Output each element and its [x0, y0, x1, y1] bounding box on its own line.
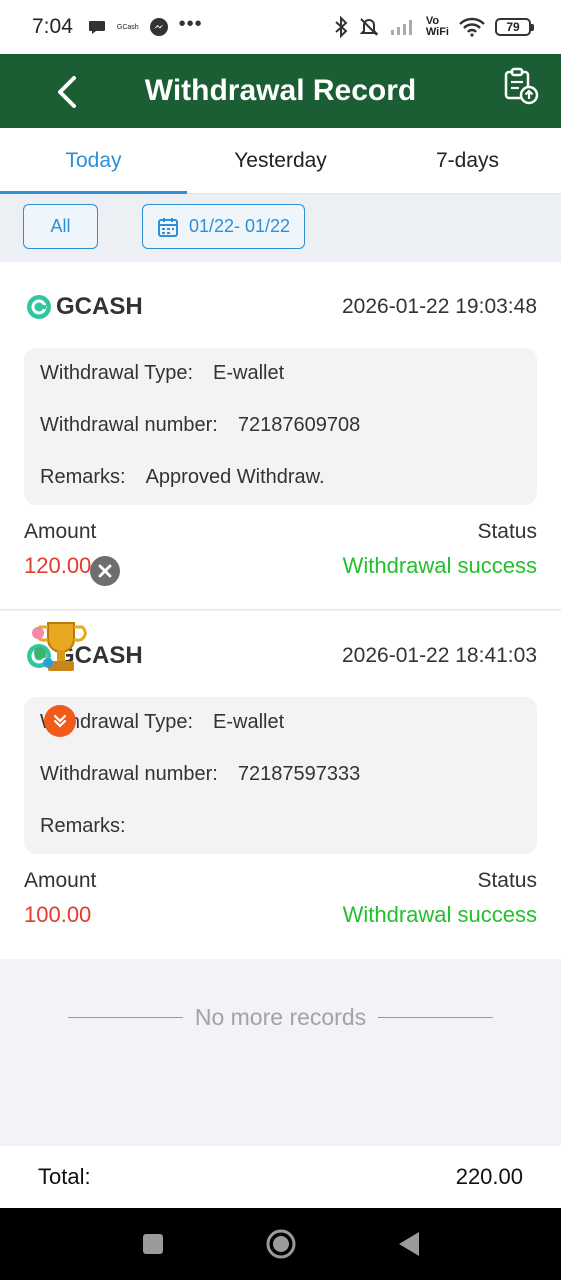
record-header: GCASH 2026-01-22 19:03:48 [26, 292, 537, 322]
bluetooth-icon [335, 16, 348, 38]
date-range-label: 01/22- 01/22 [188, 216, 291, 236]
remarks-label: Remarks: [40, 815, 126, 837]
chevron-down-icon [53, 714, 67, 728]
trophy-icon[interactable] [26, 617, 92, 679]
messenger-icon [149, 18, 168, 36]
calendar-icon [157, 217, 178, 237]
date-range-button[interactable]: 01/22- 01/22 [142, 204, 305, 249]
chat-bubble-icon [88, 21, 105, 34]
withdrawal-record: GCASH 2026-01-22 18:41:03 Withdrawal Typ… [0, 611, 561, 959]
withdrawal-number-row: Withdrawal number: 72187597333 [40, 763, 360, 786]
amount-value: 120.00 [24, 553, 92, 578]
record-header: GCASH 2026-01-22 18:41:03 [26, 641, 537, 671]
remarks-row: Remarks: Approved Withdraw. [40, 466, 325, 489]
remarks-value: Approved Withdraw. [145, 466, 325, 488]
divider-right [378, 1016, 494, 1018]
tab-7-days[interactable]: 7-days [374, 128, 561, 193]
no-more-records: No more records [0, 990, 561, 1044]
withdrawal-number-label: Withdrawal number: [40, 763, 218, 785]
all-filter-button[interactable]: All [23, 204, 98, 249]
notification-icons: GCash ••• [87, 13, 203, 37]
page-title: Withdrawal Record [144, 74, 417, 107]
mute-icon [359, 18, 379, 36]
withdrawal-type-label: Withdrawal Type: [40, 362, 194, 384]
divider-left [67, 1016, 183, 1018]
close-overlay-button[interactable] [90, 556, 120, 586]
vowifi-bottom: WiFi [425, 26, 449, 38]
withdrawal-type-row: Withdrawal Type: E-wallet [40, 711, 284, 734]
withdrawal-type-value: E-wallet [213, 711, 285, 733]
system-icons: Vo WiFi 79 [334, 16, 534, 38]
withdrawal-number-value: 72187597333 [237, 763, 361, 785]
battery-indicator: 79 [495, 18, 534, 36]
record-timestamp: 2026-01-22 18:41:03 [342, 644, 537, 667]
withdrawal-record: GCASH 2026-01-22 19:03:48 Withdrawal Typ… [0, 262, 561, 610]
record-details: Withdrawal Type: E-wallet Withdrawal num… [24, 697, 537, 854]
status-value: Withdrawal success [342, 902, 537, 927]
status-bar: 7:04 GCash ••• Vo WiFi 79 [0, 0, 561, 54]
vowifi-indicator: Vo WiFi [426, 16, 449, 38]
withdrawal-type-value: E-wallet [213, 362, 285, 384]
gcash-logo-icon [27, 295, 51, 319]
brand-name: GCASH [56, 293, 143, 320]
more-notifications-icon: ••• [178, 13, 203, 35]
withdrawal-number-label: Withdrawal number: [40, 414, 218, 436]
home-icon[interactable] [265, 1228, 297, 1260]
record-upload-icon[interactable] [501, 66, 541, 106]
record-details: Withdrawal Type: E-wallet Withdrawal num… [24, 348, 537, 505]
status-label: Status [477, 869, 537, 892]
tab-today[interactable]: Today [0, 128, 187, 194]
total-value: 220.00 [455, 1164, 523, 1189]
no-more-text: No more records [194, 1003, 367, 1030]
close-icon [98, 564, 112, 578]
date-tabs: Today Yesterday 7-days [0, 128, 561, 194]
app-header: Withdrawal Record [0, 54, 561, 128]
wifi-icon [459, 17, 485, 37]
status-label: Status [477, 520, 537, 543]
remarks-row: Remarks: [40, 815, 146, 838]
total-label: Total: [38, 1164, 91, 1189]
withdrawal-number-row: Withdrawal number: 72187609708 [40, 414, 360, 437]
expand-badge[interactable] [44, 705, 76, 737]
amount-value: 100.00 [24, 902, 92, 927]
status-time: 7:04 [32, 15, 73, 38]
filter-bar: All 01/22- 01/22 [0, 194, 561, 262]
tab-yesterday[interactable]: Yesterday [187, 128, 374, 193]
amount-label: Amount [24, 520, 97, 543]
payment-brand: GCASH [26, 293, 143, 321]
back-arrow-icon[interactable] [50, 72, 86, 112]
recents-icon[interactable] [141, 1232, 165, 1256]
system-nav-bar [0, 1208, 561, 1280]
signal-icon [390, 20, 412, 35]
total-bar: Total: 220.00 [0, 1146, 561, 1208]
amount-label: Amount [24, 869, 97, 892]
record-timestamp: 2026-01-22 19:03:48 [342, 295, 537, 318]
gcash-notification-icon: GCash [116, 23, 139, 31]
back-icon[interactable] [397, 1231, 421, 1257]
withdrawal-number-value: 72187609708 [237, 414, 361, 436]
remarks-label: Remarks: [40, 466, 126, 488]
status-value: Withdrawal success [342, 553, 537, 578]
withdrawal-type-row: Withdrawal Type: E-wallet [40, 362, 284, 385]
